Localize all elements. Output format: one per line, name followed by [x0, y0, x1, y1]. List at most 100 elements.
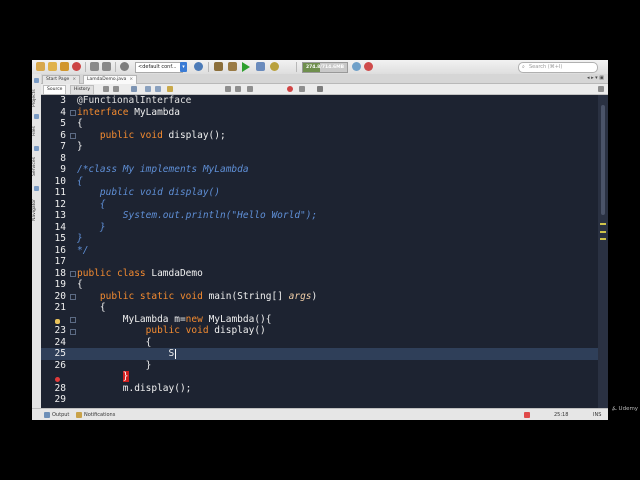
code-text: }: [77, 233, 83, 245]
diff-icon[interactable]: [317, 86, 323, 92]
code-line[interactable]: 29: [41, 394, 598, 406]
code-line[interactable]: 3 @FunctionalInterface: [41, 95, 598, 107]
profile-icon[interactable]: [270, 62, 279, 71]
scrollbar-thumb[interactable]: [601, 105, 605, 215]
navigator-tab[interactable]: Navigator: [32, 194, 41, 226]
editor-scrollbar[interactable]: [598, 95, 608, 408]
files-tab[interactable]: Files: [32, 122, 41, 140]
code-line[interactable]: MyLambda m=new MyLambda(){: [41, 314, 598, 326]
code-text: public static void main(String[] args): [77, 291, 317, 303]
tab-source[interactable]: Source: [43, 85, 67, 95]
notifications-tab[interactable]: Notifications: [84, 409, 115, 420]
comment-icon[interactable]: [247, 86, 253, 92]
debug-icon[interactable]: [256, 62, 265, 71]
gear-icon[interactable]: [120, 62, 129, 71]
code-line[interactable]: 28 m.display();: [41, 383, 598, 395]
code-line[interactable]: 17: [41, 256, 598, 268]
code-line[interactable]: 11 public void display(): [41, 187, 598, 199]
code-line[interactable]: 21 {: [41, 302, 598, 314]
line-number: 7: [60, 141, 66, 152]
code-line[interactable]: 16 */: [41, 245, 598, 257]
redo-icon[interactable]: [102, 62, 111, 71]
line-number: 13: [54, 210, 66, 221]
code-line[interactable]: 26 }: [41, 360, 598, 372]
stop-icon[interactable]: [364, 62, 373, 71]
code-line[interactable]: 23 public void display(): [41, 325, 598, 337]
caret-position: 25:18: [554, 412, 569, 418]
code-line[interactable]: 24 {: [41, 337, 598, 349]
back-icon[interactable]: [103, 86, 109, 92]
globe-icon[interactable]: [194, 62, 203, 71]
code-line[interactable]: 6 public void display();: [41, 130, 598, 142]
code-line[interactable]: 12 {: [41, 199, 598, 211]
tab-lamdademo-java[interactable]: LamdaDemo.java ×: [83, 75, 138, 84]
run-icon[interactable]: [242, 62, 250, 72]
fold-toggle[interactable]: [70, 271, 76, 277]
code-token: {: [77, 279, 83, 290]
lightbulb-hint-icon[interactable]: [55, 319, 60, 324]
error-badge-icon[interactable]: [524, 412, 530, 418]
udemy-watermark: ⍼ Udemy: [612, 406, 638, 413]
line-number: 14: [54, 221, 66, 233]
clean-build-icon[interactable]: [214, 62, 223, 71]
warning-marker[interactable]: [600, 238, 606, 240]
tab-start-page[interactable]: Start Page ×: [42, 75, 81, 84]
fold-toggle[interactable]: [70, 133, 76, 139]
shift-left-icon[interactable]: [225, 86, 231, 92]
tab-history[interactable]: History: [70, 85, 95, 95]
services-tab[interactable]: Services: [32, 154, 41, 180]
code-line[interactable]: 14 }: [41, 222, 598, 234]
fold-toggle[interactable]: [70, 328, 76, 335]
code-line[interactable]: 8: [41, 153, 598, 165]
code-editor[interactable]: 3 @FunctionalInterface 4 interface MyLambda…: [41, 95, 598, 408]
code-text: m.display();: [77, 383, 192, 395]
find-icon[interactable]: [131, 86, 137, 92]
fold-toggle[interactable]: [70, 317, 76, 323]
search-input[interactable]: ⌕ Search (⌘+I): [518, 62, 598, 73]
toggle-highlight-icon[interactable]: [167, 86, 173, 92]
close-icon[interactable]: ×: [129, 77, 133, 82]
code-line[interactable]: 10 {: [41, 176, 598, 188]
stop-macro-icon[interactable]: [299, 86, 305, 92]
code-line[interactable]: 15}: [41, 233, 598, 245]
line-number: 28: [54, 382, 66, 394]
code-line[interactable]: 5{: [41, 118, 598, 130]
chevron-down-icon[interactable]: ▾: [180, 62, 187, 72]
code-line[interactable]: 18 public class LamdaDemo: [41, 268, 598, 280]
fold-toggle[interactable]: [70, 110, 76, 116]
code-line[interactable]: 25 S: [41, 348, 598, 360]
error-icon[interactable]: [55, 377, 60, 382]
record-macro-icon[interactable]: [287, 86, 293, 92]
code-line[interactable]: 9 /*class My implements MyLambda: [41, 164, 598, 176]
code-token: MyLambda(){: [208, 313, 272, 325]
undo-icon[interactable]: [90, 62, 99, 71]
code-line[interactable]: 13 System.out.println("Hello World");: [41, 210, 598, 222]
expand-icon[interactable]: [598, 86, 604, 92]
forward-icon[interactable]: [113, 86, 119, 92]
tab-navigation-controls[interactable]: ◂ ▸ ▾ ▣: [587, 75, 604, 81]
shift-right-icon[interactable]: [235, 86, 241, 92]
open-project-icon[interactable]: [60, 62, 69, 71]
projects-tab[interactable]: Projects: [32, 86, 41, 110]
fold-toggle[interactable]: [70, 294, 76, 300]
code-line[interactable]: 20 public static void main(String[] args…: [41, 291, 598, 303]
new-file-icon[interactable]: [36, 62, 45, 71]
code-token: ): [311, 290, 318, 302]
code-line[interactable]: }: [41, 371, 598, 383]
new-project-icon[interactable]: [48, 62, 57, 71]
build-icon[interactable]: [228, 62, 237, 71]
warning-marker[interactable]: [600, 231, 606, 233]
gc-icon[interactable]: [352, 62, 361, 71]
code-line[interactable]: 4 interface MyLambda: [41, 107, 598, 119]
warning-marker[interactable]: [600, 223, 606, 225]
close-icon[interactable]: ×: [72, 77, 76, 82]
close-icon[interactable]: [72, 62, 81, 71]
code-line[interactable]: 7}: [41, 141, 598, 153]
line-number: 25: [54, 348, 66, 359]
output-tab[interactable]: Output: [52, 409, 69, 420]
configuration-select[interactable]: <default conf...: [135, 62, 183, 73]
memory-usage-indicator[interactable]: 274.8/714.6MB: [302, 62, 348, 73]
find-previous-icon[interactable]: [145, 86, 151, 92]
find-next-icon[interactable]: [155, 86, 161, 92]
code-line[interactable]: 19 {: [41, 279, 598, 291]
